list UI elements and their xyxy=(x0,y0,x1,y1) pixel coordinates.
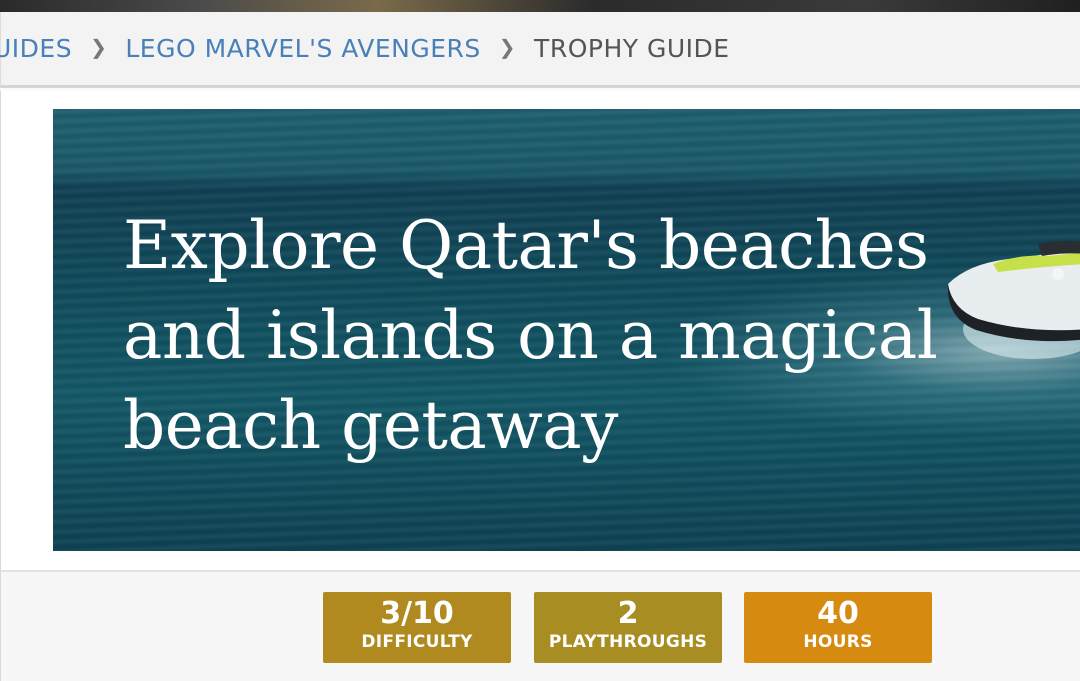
breadcrumb-item-guides[interactable]: UIDES xyxy=(0,34,72,63)
top-header-strip xyxy=(0,0,1080,12)
difficulty-badge: 3/10 DIFFICULTY xyxy=(323,592,511,663)
breadcrumb-item-game[interactable]: LEGO MARVEL'S AVENGERS xyxy=(125,34,480,63)
ad-headline: Explore Qatar's beaches and islands on a… xyxy=(123,201,943,471)
chevron-right-icon: ❯ xyxy=(90,34,108,59)
hours-value: 40 xyxy=(817,596,859,631)
hours-badge: 40 HOURS xyxy=(744,592,932,663)
breadcrumb-current-page: TROPHY GUIDE xyxy=(534,34,730,63)
playthroughs-badge: 2 PLAYTHROUGHS xyxy=(534,592,722,663)
chevron-right-icon: ❯ xyxy=(498,34,517,59)
ad-headline-line: beach getaway xyxy=(123,387,618,464)
difficulty-value: 3/10 xyxy=(380,596,454,631)
difficulty-label: DIFFICULTY xyxy=(361,632,473,652)
playthroughs-value: 2 xyxy=(617,596,639,631)
playthroughs-label: PLAYTHROUGHS xyxy=(548,632,708,652)
breadcrumb: UIDES ❯ LEGO MARVEL'S AVENGERS ❯ TROPHY … xyxy=(0,12,1080,88)
advertisement-banner[interactable]: Explore Qatar's beaches and islands on a… xyxy=(53,109,1080,551)
guide-stats: 3/10 DIFFICULTY 2 PLAYTHROUGHS 40 HOURS xyxy=(0,570,1080,681)
hours-label: HOURS xyxy=(803,632,873,652)
ad-headline-line: Explore Qatar's beaches xyxy=(123,207,929,284)
breadcrumb-trail: UIDES ❯ LEGO MARVEL'S AVENGERS ❯ TROPHY … xyxy=(0,34,730,63)
ad-headline-line: and islands on a magical xyxy=(123,297,938,374)
jetski-image xyxy=(947,240,1080,359)
